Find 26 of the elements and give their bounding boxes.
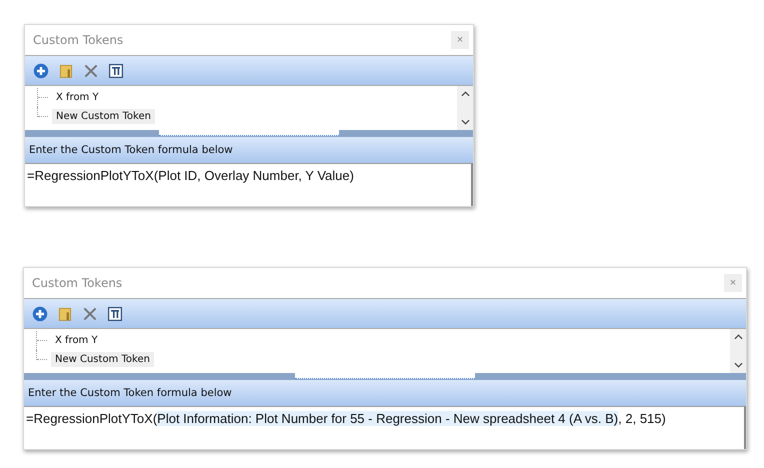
add-icon[interactable] [32,306,48,322]
scroll-down-icon[interactable] [734,362,742,368]
scroll-down-icon[interactable] [460,119,470,125]
splitter-handle[interactable] [295,373,475,379]
splitter-handle[interactable] [159,130,339,136]
formula-header: Enter the Custom Token formula below [24,380,746,406]
tree-item[interactable]: X from Y [52,90,103,105]
delete-icon[interactable] [82,306,98,322]
delete-icon[interactable] [83,62,99,78]
tree-item[interactable]: X from Y [51,333,102,348]
formula-field[interactable]: =RegressionPlotYToX(Plot ID, Overlay Number, Y Value) [25,163,473,206]
scroll-up-icon[interactable] [460,91,470,97]
folder-icon[interactable] [57,306,73,322]
scroll-up-icon[interactable] [734,334,742,340]
text-format-icon[interactable] [108,62,124,78]
scrollbar[interactable] [457,86,473,130]
panel-title: Custom Tokens [32,276,122,290]
folder-icon[interactable] [58,62,74,78]
tree-item[interactable]: New Custom Token [51,352,154,367]
formula-header: Enter the Custom Token formula below [25,137,473,163]
text-format-icon[interactable] [107,306,123,322]
formula-field[interactable]: =RegressionPlotYToX(Plot Information: Plot Number for 55 - Regression - New spreadsheet 4 (A vs. B), 2, 515) [24,406,746,449]
scrollbar[interactable] [730,329,746,373]
panel-title: Custom Tokens [33,33,124,47]
tree-item[interactable]: New Custom Token [52,109,155,124]
add-icon[interactable] [33,62,49,78]
